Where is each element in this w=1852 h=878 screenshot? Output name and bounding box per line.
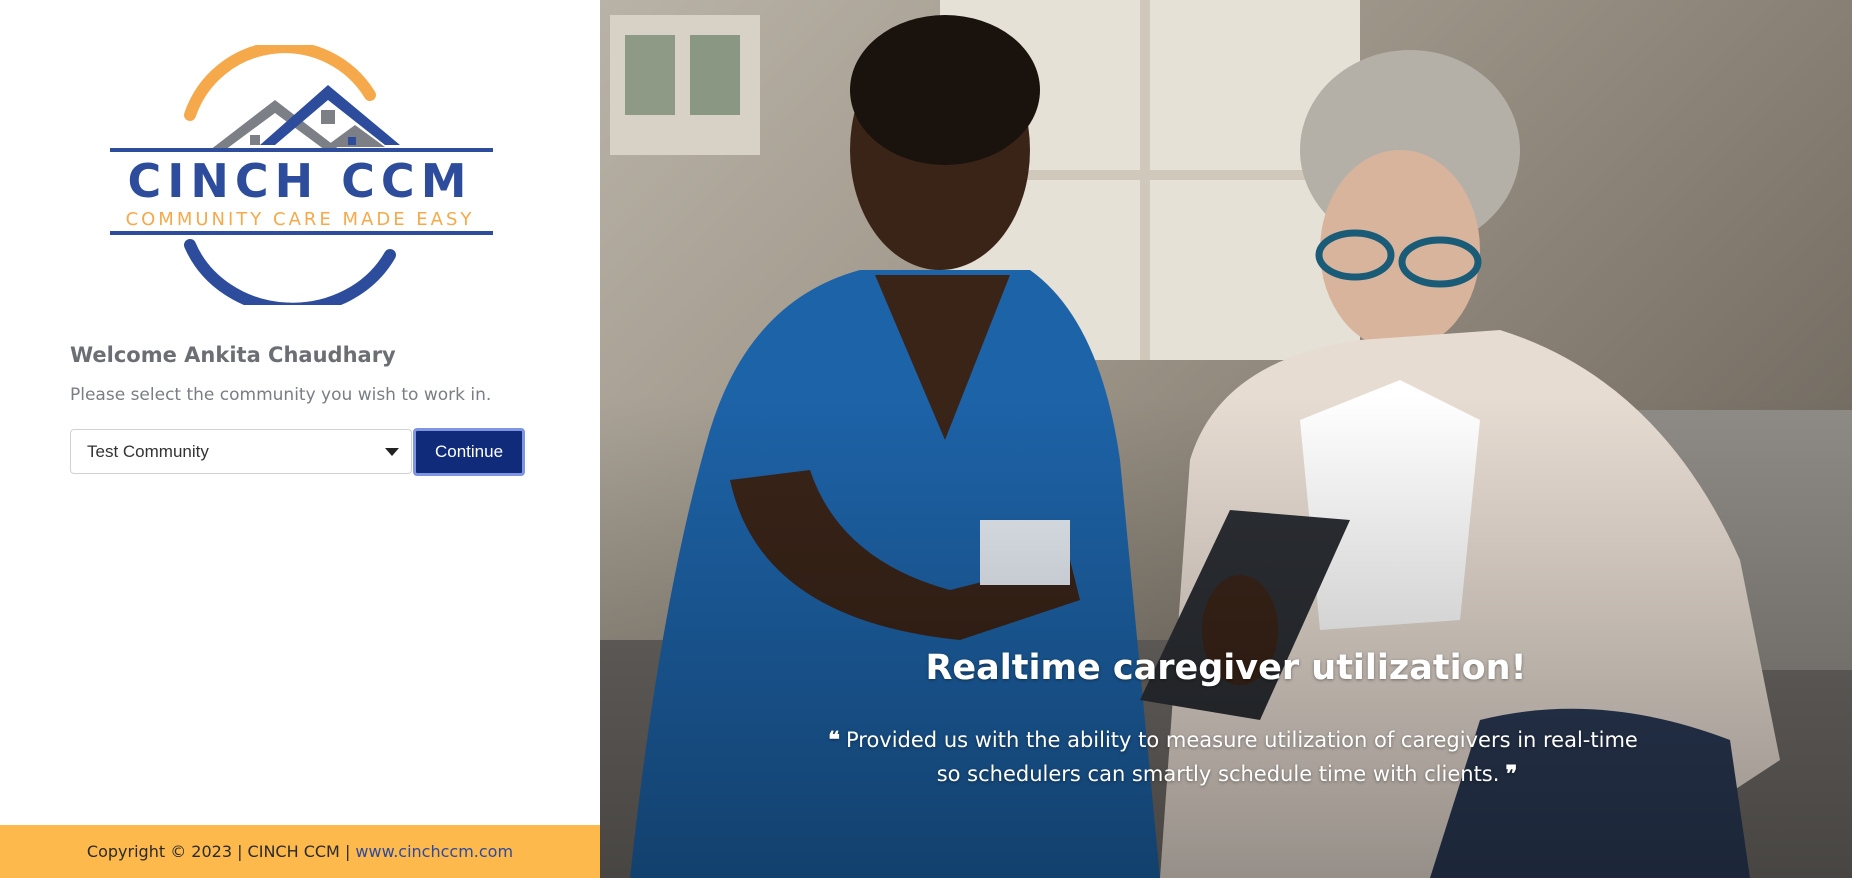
- caret-down-icon: [385, 448, 399, 456]
- logo-wordmark: CINCH CCM: [128, 154, 473, 208]
- community-select[interactable]: Test Community: [70, 429, 412, 474]
- continue-button[interactable]: Continue: [413, 428, 525, 476]
- welcome-heading: Welcome Ankita Chaudhary: [70, 343, 396, 367]
- close-quote-icon: ❞: [1505, 761, 1518, 787]
- logo-tagline: COMMUNITY CARE MADE EASY: [126, 209, 475, 230]
- community-instruction: Please select the community you wish to …: [70, 385, 492, 405]
- footer: Copyright © 2023 | CINCH CCM | www.cinch…: [0, 825, 600, 878]
- community-select-value: Test Community: [87, 442, 209, 461]
- hero-image-panel: Realtime caregiver utilization! ❝ Provide…: [600, 0, 1852, 878]
- testimonial-quote: ❝ Provided us with the ability to measure…: [820, 723, 1640, 791]
- cinch-ccm-logo: CINCH CCM COMMUNITY CARE MADE EASY: [110, 45, 493, 305]
- open-quote-icon: ❝: [828, 727, 840, 753]
- website-link[interactable]: www.cinchccm.com: [355, 842, 513, 861]
- login-panel: CINCH CCM COMMUNITY CARE MADE EASY Welco…: [0, 0, 600, 878]
- footer-copyright: Copyright © 2023 | CINCH CCM | www.cinch…: [86, 842, 514, 861]
- hero-title: Realtime caregiver utilization!: [925, 648, 1527, 688]
